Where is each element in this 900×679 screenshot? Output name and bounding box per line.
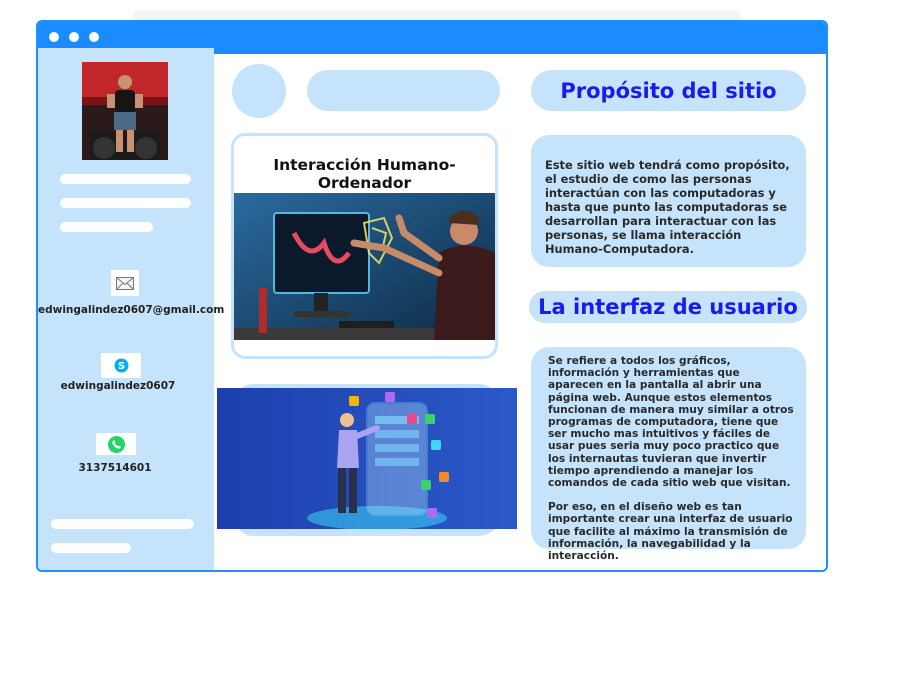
ui-text-paragraph: Por eso, en el diseño web es tan importa… <box>548 501 793 563</box>
email-address[interactable]: edwingalindez0607@gmail.com <box>38 304 224 316</box>
hci-image <box>234 193 495 340</box>
skype-username[interactable]: edwingalindez0607 <box>38 380 198 392</box>
ui-text-paragraph: Se refiere a todos los gráficos, informa… <box>548 355 794 490</box>
sidebar: edwingalindez0607@gmail.com S edwingalin… <box>38 48 224 570</box>
placeholder-pill <box>307 70 500 111</box>
svg-text:S: S <box>117 361 124 372</box>
sidebar-placeholder-line <box>60 222 153 232</box>
sidebar-placeholder-line <box>51 543 131 553</box>
ui-illustration <box>217 388 517 529</box>
purpose-text: Este sitio web tendrá como propósito, el… <box>531 135 806 267</box>
hci-card: Interacción Humano-Ordenador <box>231 133 498 359</box>
sidebar-placeholder-line <box>60 174 191 184</box>
browser-window: edwingalindez0607@gmail.com S edwingalin… <box>36 20 828 572</box>
window-dot-minimize[interactable] <box>69 32 79 42</box>
card-title: Interacción Humano-Ordenador <box>273 156 456 192</box>
whatsapp-icon[interactable] <box>96 433 136 455</box>
avatar <box>82 62 168 160</box>
skype-icon[interactable]: S <box>101 353 141 378</box>
email-icon[interactable] <box>111 270 139 296</box>
sidebar-placeholder-line <box>51 519 194 529</box>
purpose-heading: Propósito del sitio <box>531 70 806 111</box>
ui-heading: La interfaz de usuario <box>529 291 807 323</box>
window-dot-maximize[interactable] <box>89 32 99 42</box>
phone-number[interactable]: 3137514601 <box>38 462 192 474</box>
placeholder-circle <box>232 64 286 118</box>
sidebar-placeholder-line <box>60 198 191 208</box>
ui-text-box: Se refiere a todos los gráficos, informa… <box>531 347 806 562</box>
window-dot-close[interactable] <box>49 32 59 42</box>
